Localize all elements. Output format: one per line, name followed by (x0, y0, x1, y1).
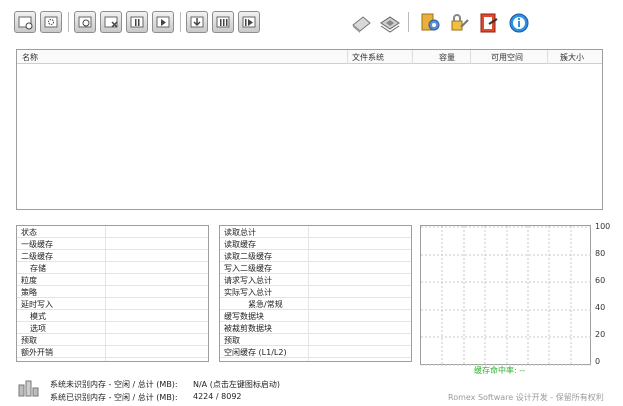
status-label: 状态 (21, 228, 37, 237)
unrecognized-memory-value[interactable]: N/A (点击左键图标启动) (193, 379, 280, 390)
mode-label: 模式 (30, 312, 46, 321)
actual-write-label: 实际写入总计 (224, 288, 272, 297)
column-cluster-size[interactable]: 簇大小 (560, 52, 584, 63)
l2-read-label: 读取二级缓存 (224, 252, 272, 261)
play-all-icon[interactable] (238, 11, 260, 33)
prefetch-stat-label: 预取 (224, 336, 240, 345)
cache-statistics-panel: 读取总计 读取缓存 读取二级缓存 写入二级缓存 请求写入总计 实际写入总计 紧急… (219, 225, 412, 362)
cache-status-panel: 状态 一级缓存 二级缓存 存储 粒度 策略 延时写入 模式 选项 预取 额外开销 (16, 225, 209, 362)
deferred-blocks-label: 缓写数据块 (224, 312, 264, 321)
y-tick: 20 (595, 330, 606, 339)
lock-key-icon[interactable] (446, 10, 472, 36)
urgent-normal-label: 紧急/常规 (248, 300, 283, 309)
add-cache-icon[interactable] (14, 11, 36, 33)
hit-rate-chart-plot (421, 226, 592, 366)
y-tick: 40 (595, 303, 606, 312)
cache-read-label: 读取缓存 (224, 240, 256, 249)
strategy-label: 策略 (21, 288, 37, 297)
total-read-label: 读取总计 (224, 228, 256, 237)
column-name[interactable]: 名称 (22, 52, 38, 63)
notebook-icon[interactable] (476, 10, 502, 36)
y-tick: 100 (595, 222, 611, 231)
trimmed-blocks-label: 被裁剪数据块 (224, 324, 272, 333)
pause-icon[interactable] (126, 11, 148, 33)
recognized-memory-value: 4224 / 8092 (193, 392, 242, 401)
remove-icon[interactable] (100, 11, 122, 33)
memory-chip-icon[interactable] (18, 379, 40, 397)
cache-settings-icon[interactable] (40, 11, 62, 33)
l2-cache-label: 二级缓存 (21, 252, 53, 261)
storage-label: 存储 (30, 264, 46, 273)
free-cache-label: 空闲缓存 (L1/L2) (224, 348, 287, 357)
drive-list[interactable]: 名称 文件系统 容量 可用空间 簇大小 (16, 49, 603, 210)
y-tick: 60 (595, 276, 606, 285)
import-icon[interactable] (186, 11, 208, 33)
l1-cache-label: 一级缓存 (21, 240, 53, 249)
column-filesystem[interactable]: 文件系统 (352, 52, 384, 63)
hit-rate-caption: 缓存命中率: -- (474, 366, 526, 375)
y-tick: 0 (595, 357, 601, 366)
granularity-label: 粒度 (21, 276, 37, 285)
requested-write-label: 请求写入总计 (224, 276, 272, 285)
recognized-memory-label: 系统已识别内存 - 空闲 / 总计 (MB): (50, 393, 178, 402)
hit-rate-chart (420, 225, 592, 366)
settings-gear-icon[interactable] (418, 10, 444, 36)
prefetch-label: 预取 (21, 336, 37, 345)
brand-text: Romex Software 设计开发 - 保留所有权利 (448, 393, 604, 402)
y-tick: 80 (595, 249, 606, 258)
view-icon[interactable] (74, 11, 96, 33)
deferred-write-label: 延时写入 (21, 300, 53, 309)
unrecognized-memory-label: 系统未识别内存 - 空闲 / 总计 (MB): (50, 380, 178, 389)
toolbar (14, 8, 574, 38)
l2-write-label: 写入二级缓存 (224, 264, 272, 273)
overhead-label: 额外开销 (21, 348, 53, 357)
column-free-space[interactable]: 可用空间 (491, 52, 523, 63)
about-icon[interactable] (506, 10, 532, 36)
pause-all-icon[interactable] (212, 11, 234, 33)
disk-stack-icon[interactable] (377, 10, 403, 36)
drive-list-header: 名称 文件系统 容量 可用空间 簇大小 (17, 50, 602, 64)
play-icon[interactable] (152, 11, 174, 33)
column-capacity[interactable]: 容量 (439, 52, 455, 63)
options-label: 选项 (30, 324, 46, 333)
diskette-icon[interactable] (348, 10, 374, 36)
